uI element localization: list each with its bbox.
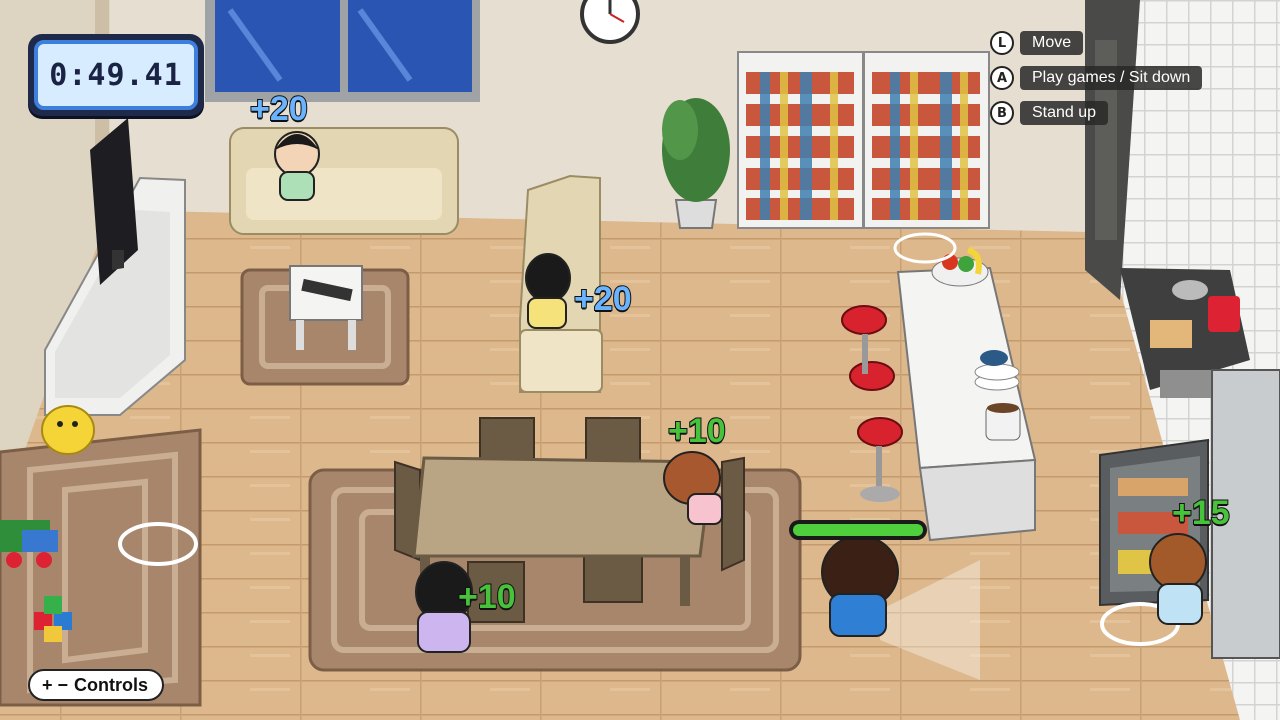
score-popup-fridge-child: +15 xyxy=(1171,493,1231,533)
l-stick-icon: L xyxy=(990,31,1014,55)
hint-label-play: Play games / Sit down xyxy=(1020,66,1203,90)
player-meter xyxy=(789,520,927,540)
child-on-sofa xyxy=(274,131,320,201)
mug xyxy=(985,403,1021,441)
score-popup-sleeping-child: +10 xyxy=(667,411,727,451)
wall-clock xyxy=(580,0,640,44)
hint-stand-up: B Stand up xyxy=(990,100,1202,126)
b-button-icon: B xyxy=(990,101,1014,125)
bookshelf xyxy=(737,51,990,229)
control-hints: L Move A Play games / Sit down B Stand u… xyxy=(990,30,1203,135)
hint-play: A Play games / Sit down xyxy=(990,65,1203,91)
plus-minus-icon: + − xyxy=(42,674,69,695)
timer-value: 0:49.41 xyxy=(49,57,183,93)
a-button-icon: A xyxy=(990,66,1014,90)
hint-label-stand-up: Stand up xyxy=(1020,101,1109,125)
hint-label-move: Move xyxy=(1020,31,1084,55)
timer-display: 0:49.41 xyxy=(34,40,198,110)
controls-label: Controls xyxy=(74,674,149,695)
toy-chick xyxy=(41,405,95,455)
sofa xyxy=(229,127,459,235)
score-popup-table-child: +10 xyxy=(457,577,517,617)
window xyxy=(205,0,480,102)
player-character[interactable] xyxy=(821,535,899,637)
score-popup-armchair: +20 xyxy=(573,279,633,319)
countdown-timer: 0:49.41 xyxy=(28,34,204,116)
hint-move: L Move xyxy=(990,30,1202,56)
score-popup-sofa: +20 xyxy=(249,89,309,129)
child-in-armchair xyxy=(525,253,571,329)
play-rug xyxy=(0,428,202,707)
controls-button[interactable]: + − Controls xyxy=(28,669,165,701)
